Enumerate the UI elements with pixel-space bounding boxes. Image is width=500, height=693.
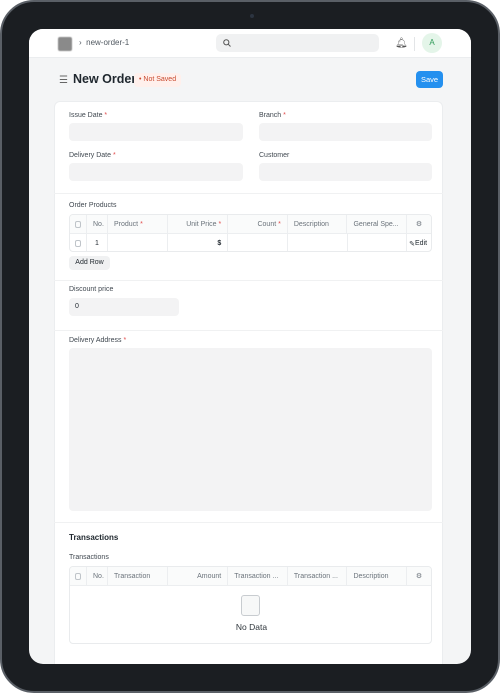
table-header: No. Product * Unit Price * Count * Descr… xyxy=(70,215,431,234)
col-product: Product * xyxy=(108,215,168,233)
bell-icon[interactable]: 🔔︎ xyxy=(395,38,408,49)
status-badge: • Not Saved xyxy=(134,73,182,87)
col-transaction: Transaction xyxy=(108,567,168,585)
col-transaction-2: Transaction ... xyxy=(228,567,288,585)
issue-date-input[interactable] xyxy=(69,123,243,141)
add-row-button[interactable]: Add Row xyxy=(69,256,110,270)
col-transaction-3: Transaction ... xyxy=(288,567,348,585)
transactions-label: Transactions xyxy=(69,554,109,561)
hamburger-icon[interactable]: ☰ xyxy=(59,75,68,86)
col-count: Count * xyxy=(228,215,288,233)
select-all-checkbox[interactable] xyxy=(75,572,81,580)
transactions-section-title: Transactions xyxy=(69,533,119,542)
divider xyxy=(54,193,443,194)
camera xyxy=(250,14,254,18)
settings-gear-icon[interactable]: ⚙ xyxy=(407,567,431,585)
discount-label: Discount price xyxy=(69,286,114,293)
app-logo[interactable] xyxy=(58,37,72,51)
order-products-label: Order Products xyxy=(69,202,117,209)
discount-input[interactable]: 0 xyxy=(69,298,179,316)
col-general-spec: General Spe... xyxy=(347,215,408,233)
general-spec-cell[interactable] xyxy=(348,234,408,251)
delivery-address-label: Delivery Address * xyxy=(69,337,127,344)
col-no: No. xyxy=(87,215,108,233)
product-cell[interactable] xyxy=(108,234,168,251)
table-row[interactable]: 1 $ ✎ Edit xyxy=(70,234,431,251)
table-header: No. Transaction Amount Transaction ... T… xyxy=(70,567,431,586)
unit-price-cell[interactable]: $ xyxy=(168,234,229,251)
edit-row-button[interactable]: ✎ Edit xyxy=(407,234,431,251)
branch-label: Branch * xyxy=(259,112,286,119)
customer-label: Customer xyxy=(259,152,290,159)
avatar[interactable]: A xyxy=(422,33,442,53)
customer-input[interactable] xyxy=(259,163,432,181)
branch-input[interactable] xyxy=(259,123,432,141)
navbar: › new-order-1 🔔︎ A xyxy=(29,29,471,58)
breadcrumb-item[interactable]: new-order-1 xyxy=(86,38,129,47)
row-no: 1 xyxy=(87,234,108,251)
save-button[interactable]: Save xyxy=(416,71,443,88)
divider xyxy=(54,330,443,331)
col-amount: Amount xyxy=(168,567,229,585)
breadcrumb[interactable]: › new-order-1 xyxy=(79,38,129,47)
screen: › new-order-1 🔔︎ A ☰ New Order • Not Sav… xyxy=(29,29,471,664)
search-input[interactable] xyxy=(216,34,379,52)
empty-list-icon xyxy=(241,595,260,616)
no-data-text: No Data xyxy=(235,622,268,632)
delivery-date-input[interactable] xyxy=(69,163,243,181)
issue-date-label: Issue Date * xyxy=(69,112,108,119)
col-description: Description xyxy=(347,567,408,585)
count-cell[interactable] xyxy=(228,234,288,251)
col-no: No. xyxy=(87,567,108,585)
divider xyxy=(54,522,443,523)
settings-gear-icon[interactable]: ⚙ xyxy=(407,215,431,233)
chevron-right-icon: › xyxy=(79,38,82,47)
divider xyxy=(414,37,415,51)
order-products-table: No. Product * Unit Price * Count * Descr… xyxy=(69,214,432,252)
select-all-checkbox[interactable] xyxy=(75,220,81,228)
page-title: New Order xyxy=(73,72,137,86)
search-icon xyxy=(223,39,231,47)
divider xyxy=(54,280,443,281)
row-checkbox[interactable] xyxy=(75,240,81,247)
col-description: Description xyxy=(288,215,348,233)
delivery-date-label: Delivery Date * xyxy=(69,152,116,159)
delivery-address-textarea[interactable] xyxy=(69,348,432,511)
description-cell[interactable] xyxy=(288,234,348,251)
col-unit-price: Unit Price * xyxy=(168,215,229,233)
transactions-table: No. Transaction Amount Transaction ... T… xyxy=(69,566,432,644)
